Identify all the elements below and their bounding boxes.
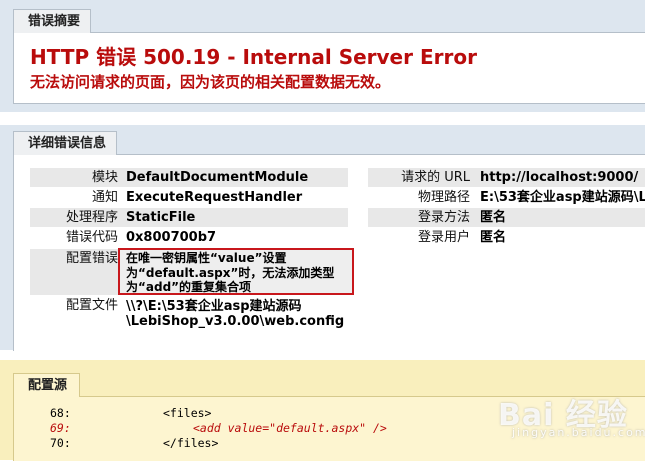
source-line-code-highlight: <add value="default.aspx" />	[193, 421, 387, 435]
detail-label: 请求的 URL	[401, 170, 470, 185]
source-line-code: </files>	[163, 436, 219, 450]
config-file-line: \LebiShop_v3.0.00\web.config	[126, 314, 345, 329]
detail-row-request-url: 请求的 URL http://localhost:9000/	[368, 168, 645, 187]
detail-label: 通知	[91, 190, 118, 205]
detail-value[interactable]: http://localhost:9000/	[480, 168, 638, 187]
detail-value: E:\53套企业asp建站源码\L	[480, 190, 645, 205]
detail-label: 配置错误	[65, 251, 118, 266]
error-title: HTTP 错误 500.19 - Internal Server Error	[30, 45, 477, 69]
detail-label: 模块	[91, 170, 118, 185]
detail-label: 登录方法	[417, 210, 470, 225]
detail-label: 登录用户	[417, 230, 470, 245]
details-tab: 详细错误信息	[13, 131, 118, 155]
config-file-line: \\?\E:\53套企业asp建站源码	[126, 299, 302, 314]
detail-value: 匿名	[480, 210, 507, 225]
config-file-value: \\?\E:\53套企业asp建站源码 \LebiShop_v3.0.00\we…	[126, 299, 344, 329]
source-tab: 配置源	[13, 373, 81, 397]
detail-row-logon-user: 登录用户 匿名	[368, 228, 645, 247]
config-error-value: 在唯一密钥属性“value”设置 为“default.aspx”时，无法添加类型…	[126, 251, 356, 295]
source-line-number: 70:	[50, 436, 71, 450]
source-line-number: 68:	[50, 406, 71, 420]
detail-value: DefaultDocumentModule	[126, 170, 309, 185]
error-subtitle: 无法访问请求的页面，因为该页的相关配置数据无效。	[30, 73, 391, 91]
detail-row-notification: 通知 ExecuteRequestHandler	[30, 188, 348, 207]
detail-value: 0x800700b7	[126, 230, 217, 245]
detail-value: StaticFile	[126, 210, 196, 225]
detail-row-logon-method: 登录方法 匿名	[368, 208, 645, 227]
detail-value: ExecuteRequestHandler	[126, 190, 303, 205]
summary-tab: 错误摘要	[13, 9, 92, 33]
source-line-number-highlight: 69:	[50, 421, 71, 435]
detail-label: 物理路径	[417, 190, 470, 205]
detail-row-error-code: 错误代码 0x800700b7	[30, 228, 348, 247]
detail-label: 处理程序	[65, 210, 118, 225]
detail-value: 匿名	[480, 230, 507, 245]
detail-row-module: 模块 DefaultDocumentModule	[30, 168, 348, 187]
detail-label: 配置文件	[65, 298, 118, 313]
baidu-watermark-url: jingyan.baidu.com	[512, 426, 645, 439]
detail-row-physical-path: 物理路径 E:\53套企业asp建站源码\L	[368, 188, 645, 207]
source-line-code: <files>	[163, 406, 212, 420]
config-error-line: 为“add”的重复集合项	[126, 280, 252, 294]
detail-label: 错误代码	[65, 230, 118, 245]
detail-row-handler: 处理程序 StaticFile	[30, 208, 348, 227]
config-error-line: 为“default.aspx”时，无法添加类型	[126, 265, 335, 280]
config-error-line: 在唯一密钥属性“value”设置	[126, 251, 287, 265]
